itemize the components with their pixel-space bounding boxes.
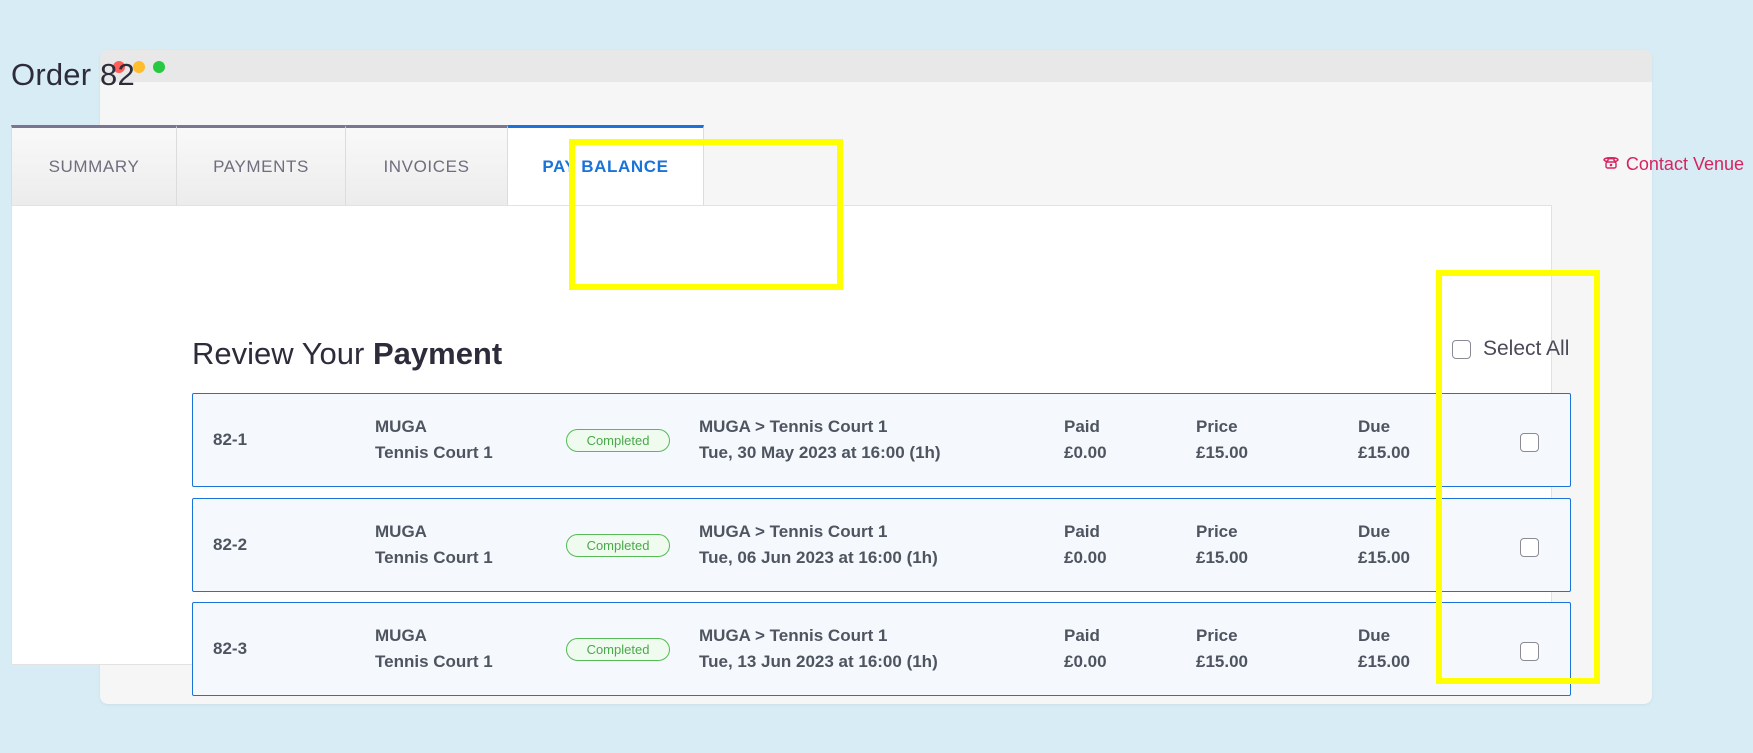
price-amount: £15.00 bbox=[1196, 548, 1248, 567]
phone-icon bbox=[1602, 154, 1620, 175]
price-amount: £15.00 bbox=[1196, 652, 1248, 671]
paid-label: Paid bbox=[1064, 417, 1100, 436]
due-cell: Due £15.00 bbox=[1358, 519, 1410, 571]
tab-payments[interactable]: PAYMENTS bbox=[177, 125, 346, 205]
due-label: Due bbox=[1358, 417, 1391, 436]
page-title: Order 82 bbox=[11, 57, 135, 92]
venue-name: MUGA bbox=[375, 522, 427, 541]
booking-description: MUGA > Tennis Court 1 Tue, 30 May 2023 a… bbox=[699, 414, 941, 466]
price-label: Price bbox=[1196, 522, 1238, 541]
booking-path: MUGA > Tennis Court 1 bbox=[699, 417, 888, 436]
select-all-label: Select All bbox=[1483, 337, 1570, 360]
venue-name: MUGA bbox=[375, 626, 427, 645]
due-cell: Due £15.00 bbox=[1358, 623, 1410, 675]
booking-path: MUGA > Tennis Court 1 bbox=[699, 626, 888, 645]
status-badge: Completed bbox=[566, 534, 670, 557]
booking-description: MUGA > Tennis Court 1 Tue, 13 Jun 2023 a… bbox=[699, 623, 938, 675]
booking-datetime: Tue, 30 May 2023 at 16:00 (1h) bbox=[699, 443, 941, 462]
row-checkbox[interactable] bbox=[1520, 642, 1539, 661]
tab-summary[interactable]: SUMMARY bbox=[11, 125, 177, 205]
due-amount: £15.00 bbox=[1358, 652, 1410, 671]
select-all-checkbox[interactable] bbox=[1452, 339, 1471, 359]
due-cell: Due £15.00 bbox=[1358, 414, 1410, 466]
due-amount: £15.00 bbox=[1358, 443, 1410, 462]
tab-invoices[interactable]: INVOICES bbox=[346, 125, 508, 205]
table-row: 82-3 MUGA Tennis Court 1 Completed MUGA … bbox=[192, 602, 1571, 696]
booking-venue: MUGA Tennis Court 1 bbox=[375, 519, 493, 571]
review-heading: Review Your Payment bbox=[192, 336, 502, 372]
price-amount: £15.00 bbox=[1196, 443, 1248, 462]
price-label: Price bbox=[1196, 417, 1238, 436]
paid-amount: £0.00 bbox=[1064, 443, 1107, 462]
paid-cell: Paid £0.00 bbox=[1064, 414, 1107, 466]
paid-cell: Paid £0.00 bbox=[1064, 519, 1107, 571]
price-cell: Price £15.00 bbox=[1196, 414, 1248, 466]
maximize-window-dot[interactable] bbox=[153, 61, 165, 73]
booking-datetime: Tue, 13 Jun 2023 at 16:00 (1h) bbox=[699, 652, 938, 671]
select-all-control[interactable]: Select All bbox=[1452, 337, 1569, 361]
paid-label: Paid bbox=[1064, 626, 1100, 645]
table-row: 82-2 MUGA Tennis Court 1 Completed MUGA … bbox=[192, 498, 1571, 592]
paid-amount: £0.00 bbox=[1064, 548, 1107, 567]
booking-venue: MUGA Tennis Court 1 bbox=[375, 414, 493, 466]
booking-ref: 82-1 bbox=[213, 430, 248, 449]
due-amount: £15.00 bbox=[1358, 548, 1410, 567]
tab-pay-balance[interactable]: PAY BALANCE bbox=[508, 125, 704, 206]
row-checkbox[interactable] bbox=[1520, 433, 1539, 452]
paid-cell: Paid £0.00 bbox=[1064, 623, 1107, 675]
court-name: Tennis Court 1 bbox=[375, 652, 493, 671]
booking-venue: MUGA Tennis Court 1 bbox=[375, 623, 493, 675]
booking-description: MUGA > Tennis Court 1 Tue, 06 Jun 2023 a… bbox=[699, 519, 938, 571]
booking-ref: 82-2 bbox=[213, 535, 248, 554]
status-badge: Completed bbox=[566, 429, 670, 452]
status-badge: Completed bbox=[566, 638, 670, 661]
paid-label: Paid bbox=[1064, 522, 1100, 541]
table-row: 82-1 MUGA Tennis Court 1 Completed MUGA … bbox=[192, 393, 1571, 487]
booking-ref: 82-3 bbox=[213, 639, 248, 658]
venue-name: MUGA bbox=[375, 417, 427, 436]
court-name: Tennis Court 1 bbox=[375, 548, 493, 567]
due-label: Due bbox=[1358, 626, 1391, 645]
review-heading-bold: Payment bbox=[372, 336, 503, 371]
row-checkbox[interactable] bbox=[1520, 538, 1539, 557]
booking-datetime: Tue, 06 Jun 2023 at 16:00 (1h) bbox=[699, 548, 938, 567]
paid-amount: £0.00 bbox=[1064, 652, 1107, 671]
price-cell: Price £15.00 bbox=[1196, 519, 1248, 571]
price-cell: Price £15.00 bbox=[1196, 623, 1248, 675]
court-name: Tennis Court 1 bbox=[375, 443, 493, 462]
order-tabs: SUMMARY PAYMENTS INVOICES PAY BALANCE bbox=[11, 125, 704, 206]
contact-venue-link[interactable]: Contact Venue bbox=[1602, 154, 1744, 175]
review-heading-prefix: Review Your bbox=[192, 336, 365, 371]
due-label: Due bbox=[1358, 522, 1391, 541]
price-label: Price bbox=[1196, 626, 1238, 645]
booking-path: MUGA > Tennis Court 1 bbox=[699, 522, 888, 541]
contact-venue-label: Contact Venue bbox=[1625, 154, 1744, 174]
window-titlebar bbox=[100, 50, 1652, 82]
